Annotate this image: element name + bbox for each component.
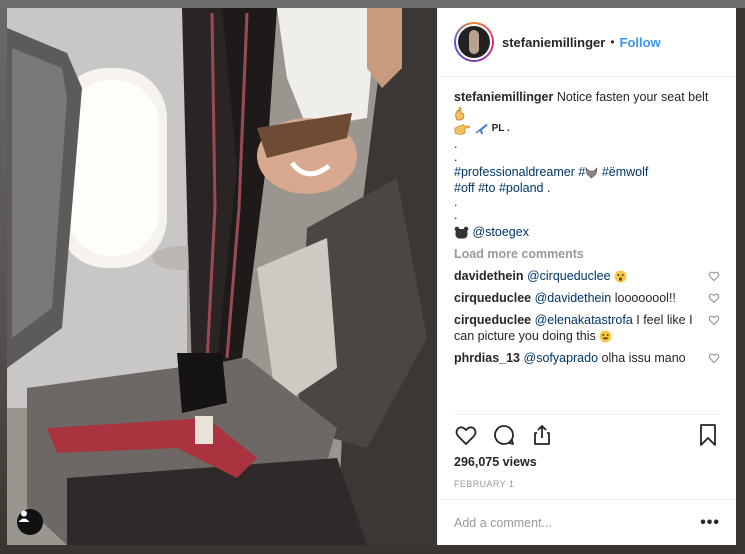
more-options-button[interactable]: ••• (700, 514, 720, 532)
hashtag-link[interactable]: #ëmwolf (602, 165, 649, 179)
comment-item: davidethein @cirqueduclee (454, 268, 720, 284)
person-icon (18, 510, 30, 522)
hand-emoji-icon (455, 106, 465, 121)
post-photo (7, 8, 437, 545)
comment-username[interactable]: davidethein (454, 269, 523, 283)
comment-like-icon[interactable] (708, 314, 720, 326)
hashtag-link[interactable]: #to (478, 181, 495, 195)
caption-line-2: PL . (454, 121, 720, 138)
caption-pl-text: PL . (491, 123, 510, 134)
post-sidebar: stefaniemillinger • Follow stefaniemilli… (437, 8, 736, 545)
backdrop-edge (735, 8, 745, 554)
backdrop-strip (0, 0, 745, 8)
bookmark-icon[interactable] (696, 423, 720, 447)
wolf-emoji-icon (585, 166, 598, 179)
heart-icon[interactable] (454, 423, 478, 447)
comment-item: phrdias_13 @sofyaprado olha issu mano (454, 350, 720, 366)
caption-username[interactable]: stefaniemillinger (454, 90, 553, 104)
caption-text: Notice fasten your seat belt (556, 90, 709, 104)
caption-dot: . (454, 137, 458, 151)
caption-period: . (546, 181, 551, 195)
grinning-face-emoji-icon (599, 330, 612, 343)
comment-item: cirqueduclee @davidethein loooooool!! (454, 290, 720, 306)
caption-hashtags-1: #professionaldreamer # #ëmwolf (454, 164, 720, 180)
hashtag-link[interactable]: #off (454, 181, 475, 195)
comment-username[interactable]: cirqueduclee (454, 313, 531, 327)
comment-username[interactable]: phrdias_13 (454, 351, 520, 365)
avatar[interactable] (454, 22, 494, 62)
comment-text: olha issu mano (601, 351, 686, 365)
post-date[interactable]: FEBRUARY 1 (438, 473, 736, 499)
caption: stefaniemillinger Notice fasten your sea… (454, 89, 720, 105)
avatar-image (456, 24, 492, 60)
actions-section (454, 414, 720, 455)
caption-mention-row: @stoegex (454, 224, 720, 240)
share-icon[interactable] (530, 423, 554, 447)
add-comment-input[interactable] (454, 515, 701, 530)
caption-emoji-row (454, 105, 720, 121)
caption-dot: . (454, 150, 458, 164)
action-bar (454, 415, 720, 455)
user-tag-button[interactable] (17, 509, 43, 535)
comment-like-icon[interactable] (708, 352, 720, 364)
pointing-hand-emoji-icon (454, 124, 470, 135)
hashtag-link[interactable]: # (578, 165, 585, 179)
caption-dot: . (454, 208, 458, 222)
comment-mention[interactable]: @davidethein (535, 291, 612, 305)
comment-username[interactable]: cirqueduclee (454, 291, 531, 305)
header-separator: • (610, 35, 615, 49)
comment-like-icon[interactable] (708, 292, 720, 304)
comment-item: cirqueduclee @elenakatastrofa I feel lik… (454, 312, 720, 344)
post-header: stefaniemillinger • Follow (438, 8, 736, 77)
comment-icon[interactable] (492, 423, 516, 447)
view-count[interactable]: 296,075 views (438, 455, 736, 473)
comment-like-icon[interactable] (708, 270, 720, 282)
mention-link[interactable]: @stoegex (472, 225, 528, 239)
post-image[interactable] (7, 8, 437, 545)
header-username[interactable]: stefaniemillinger (502, 35, 605, 50)
bear-emoji-icon (454, 226, 469, 239)
airplane-emoji-icon (474, 123, 488, 134)
load-more-comments-button[interactable]: Load more comments (454, 246, 720, 262)
comment-text: loooooool!! (614, 291, 676, 305)
comment-mention[interactable]: @cirqueduclee (527, 269, 611, 283)
hashtag-link[interactable]: #professionaldreamer (454, 165, 575, 179)
caption-dot: . (454, 195, 458, 209)
caption-hashtags-2: #off #to #poland . (454, 180, 720, 196)
follow-button[interactable]: Follow (620, 35, 661, 50)
hashtag-link[interactable]: #poland (499, 181, 544, 195)
comment-mention[interactable]: @elenakatastrofa (535, 313, 633, 327)
surprised-face-emoji-icon (614, 270, 627, 283)
add-comment-bar: ••• (438, 499, 736, 545)
comment-mention[interactable]: @sofyaprado (524, 351, 599, 365)
post-modal: stefaniemillinger • Follow stefaniemilli… (7, 8, 736, 545)
comments-list[interactable]: stefaniemillinger Notice fasten your sea… (438, 77, 736, 414)
